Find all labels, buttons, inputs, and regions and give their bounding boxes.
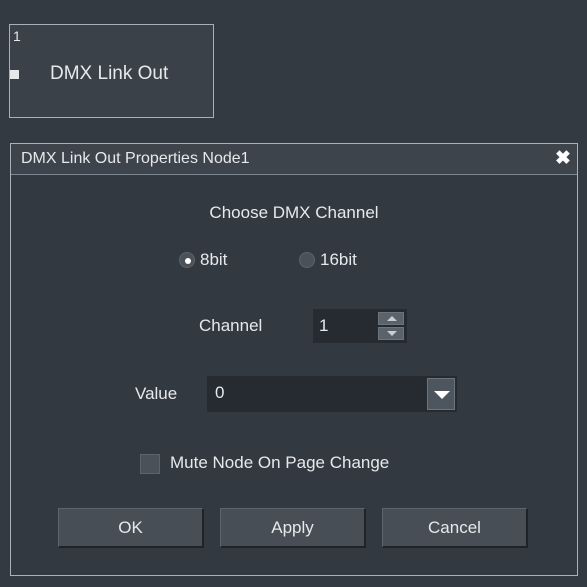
channel-value[interactable]: 1	[319, 316, 328, 336]
node-input-port[interactable]	[10, 70, 19, 79]
dialog-title: DMX Link Out Properties Node1	[21, 150, 250, 167]
checkbox-box[interactable]	[140, 454, 160, 474]
radio-circle[interactable]	[299, 252, 315, 268]
node-label: DMX Link Out	[50, 63, 169, 84]
radio-selected-dot	[185, 258, 191, 264]
spin-down-button[interactable]	[378, 327, 404, 340]
choose-channel-heading: Choose DMX Channel	[209, 203, 379, 222]
node-index: 1	[13, 28, 21, 44]
channel-label: Channel	[199, 316, 263, 335]
dialog-titlebar[interactable]: DMX Link Out Properties Node1 ✖	[11, 144, 577, 175]
chevron-down-icon	[434, 391, 450, 399]
radio-label-16bit: 16bit	[320, 250, 357, 269]
dmx-link-out-node[interactable]: 1 DMX Link Out	[9, 24, 214, 118]
arrow-down-icon	[387, 331, 397, 336]
value-dropdown[interactable]: 0	[207, 376, 457, 412]
value-label: Value	[135, 384, 178, 403]
channel-spinbox[interactable]: 1	[313, 309, 407, 343]
spin-arrows	[378, 312, 404, 340]
spin-up-button[interactable]	[378, 312, 404, 325]
properties-dialog: DMX Link Out Properties Node1 ✖ Choose D…	[10, 143, 578, 576]
dropdown-button[interactable]	[427, 378, 455, 410]
ok-button[interactable]: OK	[58, 508, 204, 548]
apply-button[interactable]: Apply	[220, 508, 366, 548]
radio-label-8bit: 8bit	[200, 250, 228, 269]
radio-circle[interactable]	[179, 252, 195, 268]
close-icon[interactable]: ✖	[553, 149, 573, 169]
arrow-up-icon	[387, 316, 397, 321]
cancel-button[interactable]: Cancel	[382, 508, 528, 548]
value-selected: 0	[215, 383, 225, 402]
mute-node-label: Mute Node On Page Change	[170, 453, 390, 472]
